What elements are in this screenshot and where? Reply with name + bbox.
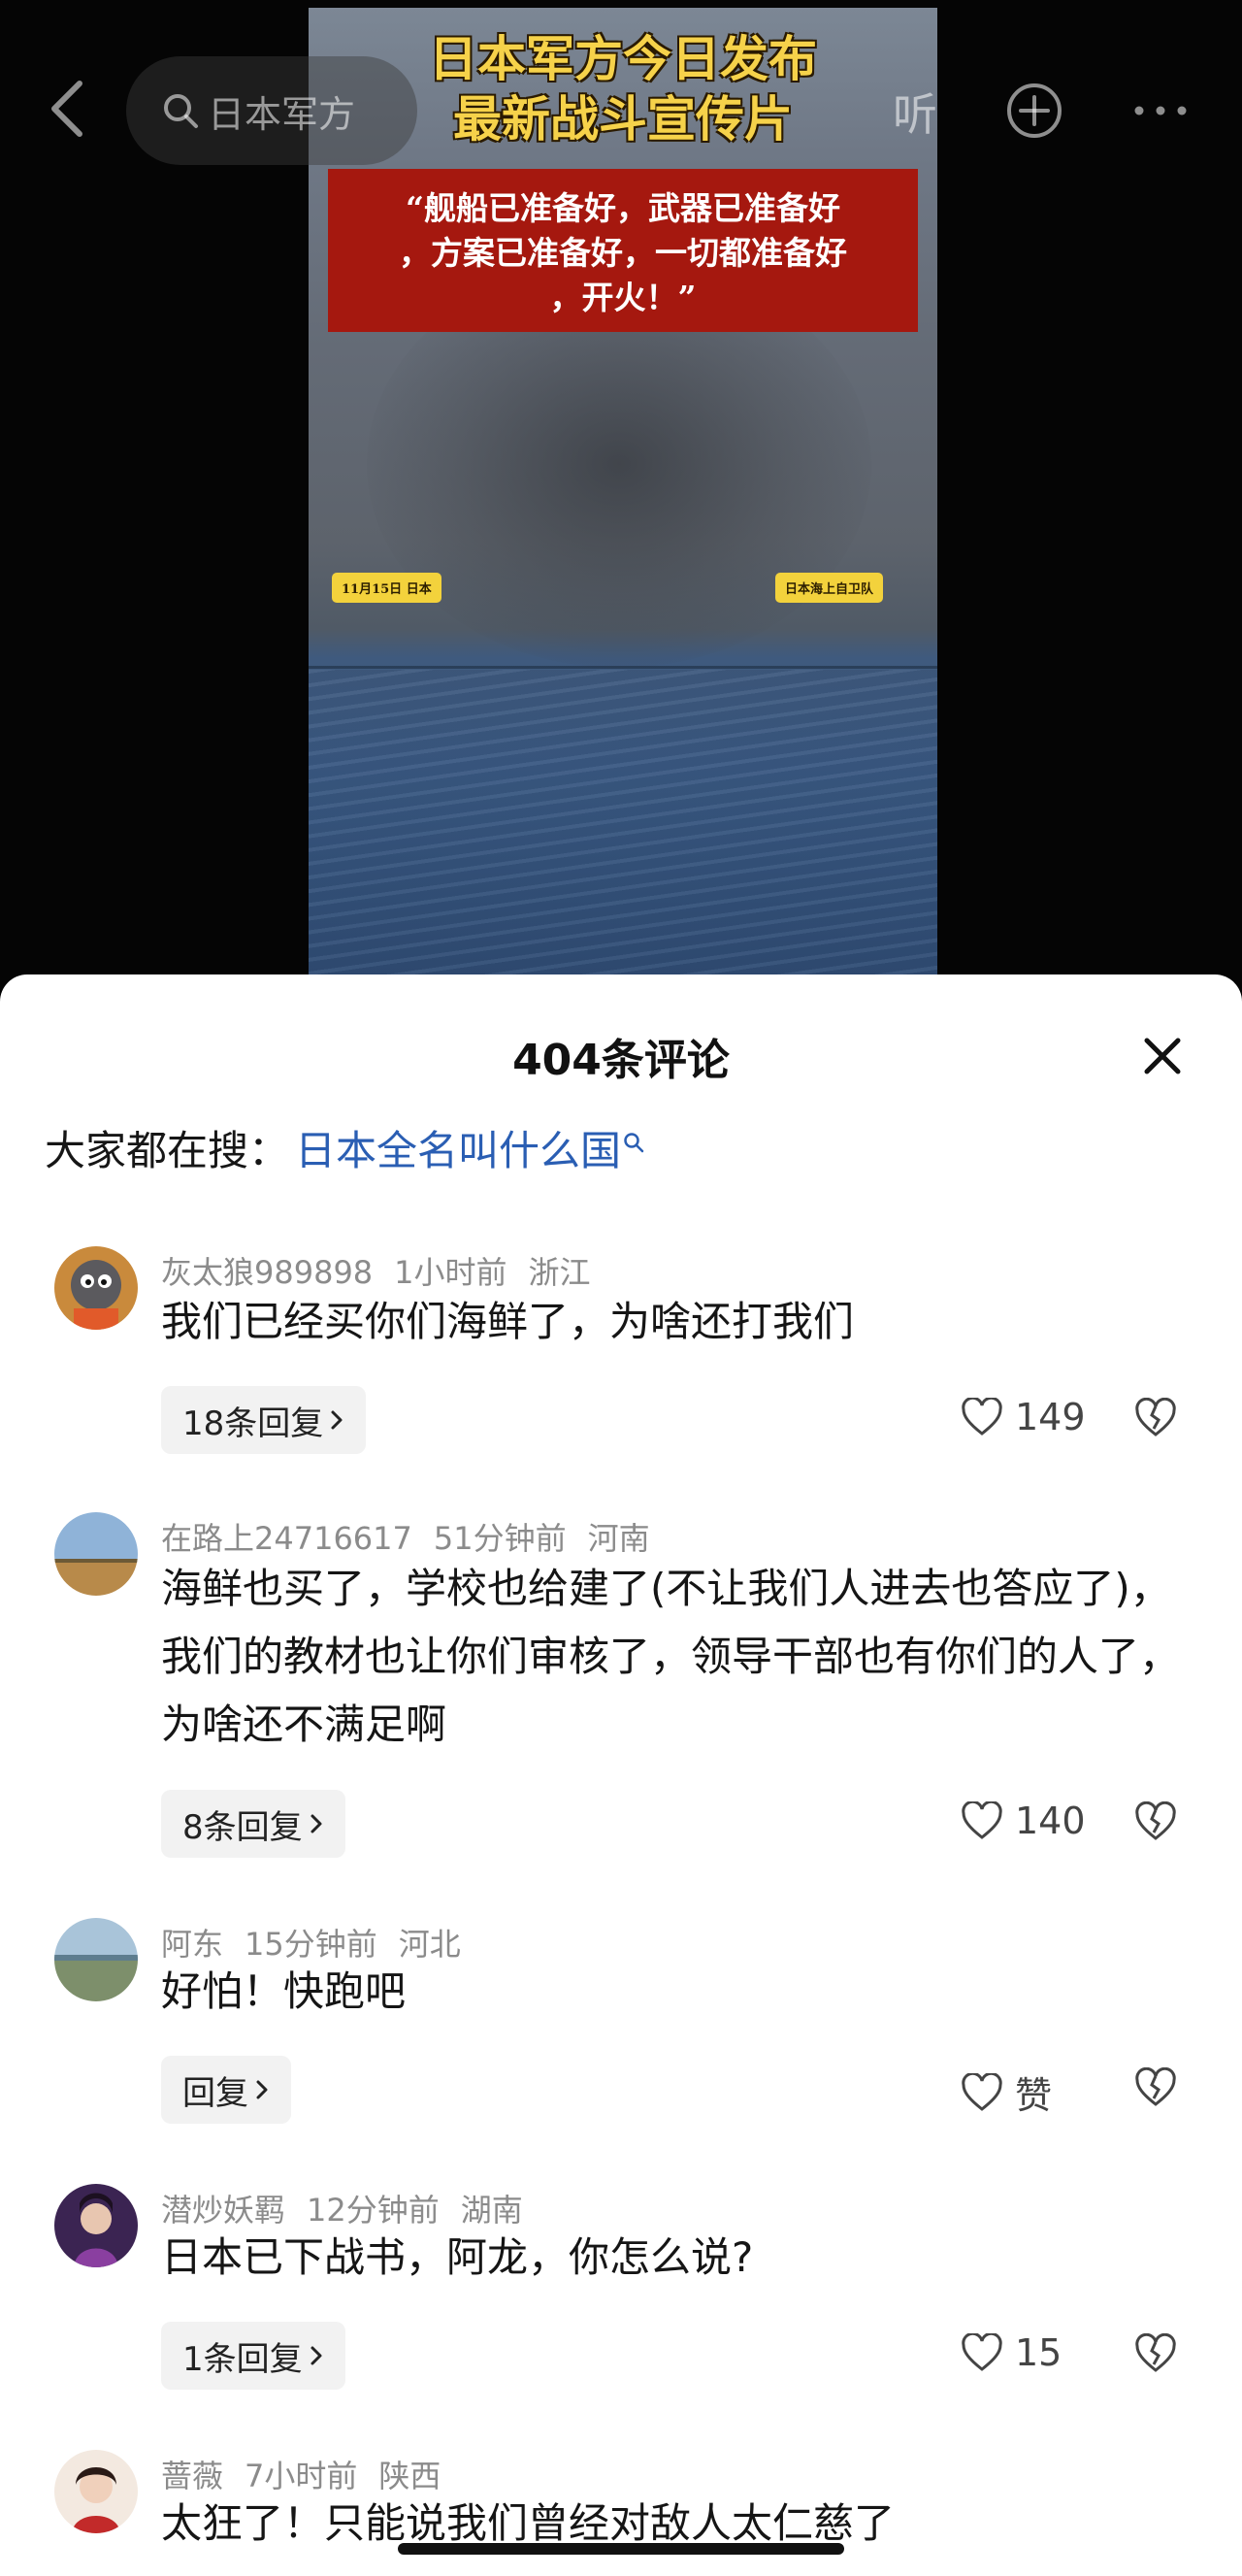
comment-meta: 阿东 15分钟前 河北 — [161, 1920, 482, 1965]
like-button[interactable]: 140 — [961, 1800, 1086, 1842]
hot-search-row: 大家都在搜： 日本全名叫什么国 — [45, 1118, 644, 1177]
chevron-right-icon — [331, 1410, 343, 1430]
comment-time: 1小时前 — [394, 1254, 507, 1291]
hot-search-link[interactable]: 日本全名叫什么国 — [295, 1118, 621, 1177]
comment-meta: 在路上24716617 51分钟前 河南 — [161, 1514, 671, 1559]
broken-heart-icon — [1135, 1800, 1176, 1840]
like-button[interactable]: 149 — [961, 1396, 1086, 1438]
quote-line3: ，开火！” — [549, 279, 697, 316]
view-replies-button[interactable]: 8条回复 — [161, 1790, 345, 1858]
comment-location: 河南 — [587, 1520, 650, 1557]
avatar[interactable] — [54, 2184, 138, 2267]
broken-heart-icon — [1135, 1397, 1176, 1437]
video-horizon — [309, 666, 937, 669]
chevron-right-icon — [256, 2080, 268, 2099]
comment-location: 河北 — [398, 1926, 461, 1963]
comment-meta: 灰太狼989898 1小时前 浙江 — [161, 1248, 612, 1293]
video-frame[interactable]: 日本军方今日发布 最新战斗宣传片 “舰船已准备好，武器已准备好 ，方案已准备好，… — [309, 8, 937, 978]
more-button[interactable] — [1131, 82, 1190, 140]
comment-text: 日本已下战书，阿龙，你怎么说? — [161, 2233, 754, 2281]
comments-count-title: 404条评论 — [512, 1036, 730, 1085]
comment-username[interactable]: 蔷薇 — [161, 2458, 223, 2494]
quote-line1: “舰船已准备好，武器已准备好 — [406, 189, 840, 227]
dislike-button[interactable] — [1133, 2066, 1178, 2112]
avatar-character-image — [54, 2184, 138, 2267]
comment-time: 7小时前 — [245, 2458, 358, 2494]
listen-button[interactable]: 听 — [893, 80, 937, 144]
reply-count: 8条回复 — [182, 1807, 303, 1847]
comment-username[interactable]: 在路上24716617 — [161, 1520, 412, 1557]
avatar[interactable] — [54, 1246, 138, 1330]
comment-meta: 潜炒妖羁 12分钟前 湖南 — [161, 2186, 544, 2230]
heart-icon — [962, 1398, 1002, 1436]
avatar-lake-image — [54, 1918, 138, 2001]
close-icon — [1144, 1038, 1181, 1074]
like-button[interactable]: 赞 — [961, 2065, 1052, 2119]
avatar-wolf-image — [54, 1246, 138, 1330]
heart-icon — [962, 2072, 1002, 2111]
close-button[interactable] — [1139, 1033, 1186, 1079]
comment-username[interactable]: 潜炒妖羁 — [161, 2192, 285, 2229]
reply-button[interactable]: 回复 — [161, 2056, 291, 2124]
heart-icon — [962, 1801, 1002, 1839]
chevron-left-icon — [51, 81, 82, 137]
avatar-girl-image — [54, 2450, 138, 2533]
broken-heart-icon — [1135, 2332, 1176, 2372]
like-count: 15 — [1015, 2331, 1062, 2374]
comment-location: 陕西 — [378, 2458, 441, 2494]
quote-line2: ，方案已准备好，一切都准备好 — [399, 234, 847, 272]
reply-count: 1条回复 — [182, 2339, 303, 2379]
dislike-button[interactable] — [1133, 2332, 1178, 2378]
reply-label: 回复 — [182, 2073, 248, 2113]
comment-time: 51分钟前 — [433, 1520, 567, 1557]
comment-location: 湖南 — [460, 2192, 523, 2229]
avatar[interactable] — [54, 1918, 138, 2001]
comment-time: 15分钟前 — [245, 1926, 377, 1963]
search-icon — [624, 1132, 644, 1152]
dislike-button[interactable] — [1133, 1800, 1178, 1846]
avatar[interactable] — [54, 2450, 138, 2533]
more-dots-icon — [1134, 106, 1187, 116]
plus-circle-icon — [1007, 83, 1062, 138]
chevron-right-icon — [310, 2346, 322, 2365]
dislike-button[interactable] — [1133, 1397, 1178, 1442]
home-indicator[interactable] — [398, 2543, 844, 2555]
reply-count: 18条回复 — [182, 1404, 324, 1443]
like-label: 赞 — [1015, 2074, 1053, 2117]
video-quote-box: “舰船已准备好，武器已准备好 ，方案已准备好，一切都准备好 ，开火！” — [328, 169, 918, 332]
comment-location: 浙江 — [528, 1254, 591, 1291]
broken-heart-icon — [1135, 2066, 1176, 2106]
like-count: 140 — [1015, 1800, 1086, 1842]
comment-username[interactable]: 灰太狼989898 — [161, 1254, 373, 1291]
comment-text: 我们已经买你们海鲜了，为啥还打我们 — [161, 1298, 855, 1345]
like-count: 149 — [1015, 1396, 1086, 1438]
hot-search-label: 大家都在搜： — [45, 1127, 290, 1174]
view-replies-button[interactable]: 18条回复 — [161, 1386, 367, 1454]
view-replies-button[interactable]: 1条回复 — [161, 2322, 345, 2390]
chevron-right-icon — [310, 1814, 322, 1833]
comment-time: 12分钟前 — [307, 2192, 440, 2229]
video-player[interactable]: 日本军方今日发布 最新战斗宣传片 “舰船已准备好，武器已准备好 ，方案已准备好，… — [0, 0, 1242, 990]
search-text: 日本军方 — [208, 92, 356, 136]
video-sea — [309, 670, 937, 978]
comment-username[interactable]: 阿东 — [161, 1926, 223, 1963]
avatar[interactable] — [54, 1512, 138, 1596]
search-input[interactable]: 日本军方 — [126, 56, 417, 165]
video-source-tag: 日本海上自卫队 — [774, 573, 883, 603]
avatar-landscape-image — [54, 1512, 138, 1596]
search-icon — [164, 94, 198, 128]
like-button[interactable]: 15 — [961, 2331, 1062, 2374]
add-button[interactable] — [1005, 82, 1063, 140]
video-date-tag: 11月15日 日本 — [332, 573, 441, 603]
heart-icon — [962, 2333, 1002, 2371]
back-button[interactable] — [47, 80, 85, 138]
comment-text: 海鲜也买了，学校也给建了(不让我们人进去也答应了)，我们的教材也让你们审核了，领… — [161, 1565, 1181, 1748]
comment-text: 好怕！快跑吧 — [161, 1967, 407, 2015]
comment-meta: 蔷薇 7小时前 陕西 — [161, 2452, 462, 2496]
